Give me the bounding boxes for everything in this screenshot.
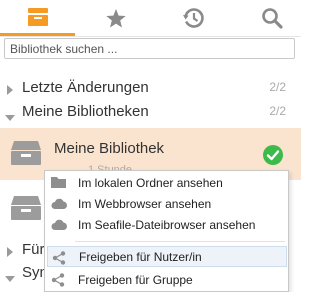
tab-libraries[interactable] <box>0 0 75 36</box>
chevron-right-icon <box>7 244 13 262</box>
share-icon <box>51 273 65 292</box>
menu-item-share-with-group[interactable]: Freigeben für Gruppe <box>45 269 288 290</box>
chevron-right-icon <box>7 82 13 100</box>
search-icon <box>261 7 283 29</box>
cloud-icon <box>51 197 68 215</box>
star-icon <box>105 8 127 29</box>
group-label: Letzte Änderungen <box>22 78 149 96</box>
share-icon <box>52 251 66 270</box>
library-icon <box>10 194 42 227</box>
menu-item-label: Im Webbrowser ansehen <box>78 196 212 211</box>
tab-starred[interactable] <box>78 0 153 36</box>
folder-icon <box>51 176 67 194</box>
search-input[interactable] <box>4 38 295 59</box>
menu-item-label: Freigeben für Gruppe <box>78 272 193 287</box>
sync-ok-icon <box>262 144 284 171</box>
menu-item-label: Im Seafile-Dateibrowser ansehen <box>78 217 256 232</box>
menu-item-open-seafile-browser[interactable]: Im Seafile-Dateibrowser ansehen <box>45 214 288 235</box>
tab-search[interactable] <box>234 0 309 36</box>
menu-item-share-with-user[interactable]: Freigeben für Nutzer/in <box>47 246 287 267</box>
context-menu: Im lokalen Ordner ansehen Im Webbrowser … <box>44 170 289 292</box>
group-label: Meine Bibliotheken <box>22 102 149 120</box>
group-count: 2/2 <box>269 80 286 94</box>
tab-activities[interactable] <box>156 0 231 36</box>
library-name: Meine Bibliothek <box>54 140 165 157</box>
chevron-down-icon <box>5 108 15 126</box>
menu-item-open-web-browser[interactable]: Im Webbrowser ansehen <box>45 193 288 214</box>
library-icon <box>10 139 42 172</box>
group-label: Für <box>22 240 45 258</box>
menu-item-label: Im lokalen Ordner ansehen <box>78 175 223 190</box>
menu-item-open-local-folder[interactable]: Im lokalen Ordner ansehen <box>45 172 288 193</box>
menu-item-label: Freigeben für Nutzer/in <box>79 249 202 264</box>
group-recent[interactable]: Letzte Änderungen 2/2 <box>0 76 301 98</box>
menu-separator <box>75 241 285 242</box>
tab-divider <box>0 36 301 37</box>
group-my-libraries[interactable]: Meine Bibliotheken 2/2 <box>0 100 301 122</box>
tab-bar <box>0 0 301 36</box>
group-count: 2/2 <box>269 104 286 118</box>
chevron-down-icon <box>5 269 15 287</box>
cloud-icon <box>51 218 68 236</box>
history-icon <box>182 7 205 29</box>
archive-box-icon <box>27 7 49 27</box>
